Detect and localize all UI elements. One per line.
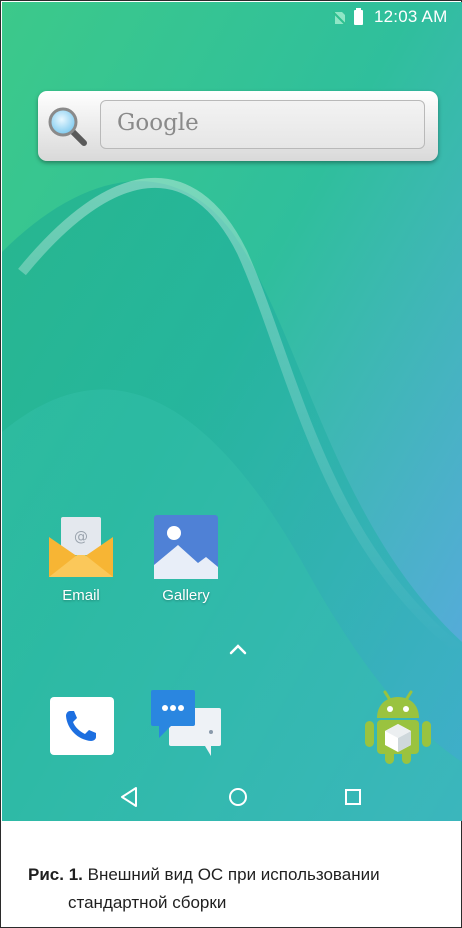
- messaging-icon: [151, 690, 221, 756]
- no-sim-icon: [332, 11, 346, 25]
- google-search-widget[interactable]: Google: [38, 91, 438, 161]
- figure-caption: Рис. 1. Внешний вид ОС при использовании…: [28, 861, 448, 917]
- svg-text:@: @: [74, 529, 88, 545]
- navigation-bar: [2, 774, 462, 821]
- back-icon[interactable]: [114, 782, 144, 812]
- magnifier-icon[interactable]: [46, 105, 88, 147]
- chevron-up-icon[interactable]: [228, 642, 248, 656]
- caption-text-line2: стандартной сборки: [68, 893, 227, 912]
- battery-icon: [354, 8, 363, 25]
- app-email[interactable]: @ Email: [31, 515, 131, 604]
- recents-icon[interactable]: [338, 782, 368, 812]
- search-input[interactable]: Google: [100, 100, 425, 149]
- app-gallery-label: Gallery: [162, 587, 210, 604]
- android-store-icon: [365, 690, 431, 764]
- caption-text-line1: Внешний вид ОС при использовании: [87, 865, 380, 884]
- status-bar: 12:03 AM: [2, 2, 462, 30]
- app-email-label: Email: [62, 587, 100, 604]
- phone-icon: [50, 697, 114, 755]
- dock-phone[interactable]: [50, 697, 114, 760]
- status-clock: 12:03 AM: [374, 7, 448, 26]
- gallery-icon: [154, 515, 218, 579]
- app-gallery[interactable]: Gallery: [136, 515, 236, 604]
- home-icon[interactable]: [223, 782, 253, 812]
- search-placeholder: Google: [117, 110, 199, 136]
- figure-frame: 12:03 AM Google @ Email Gallery Рис. 1. …: [0, 0, 462, 928]
- email-icon: @: [49, 517, 113, 577]
- dock-android-store[interactable]: [363, 688, 433, 771]
- dock-messaging[interactable]: [149, 688, 223, 765]
- figure-label: Рис. 1.: [28, 865, 83, 884]
- phone-screen: 12:03 AM Google @ Email Gallery: [2, 2, 462, 821]
